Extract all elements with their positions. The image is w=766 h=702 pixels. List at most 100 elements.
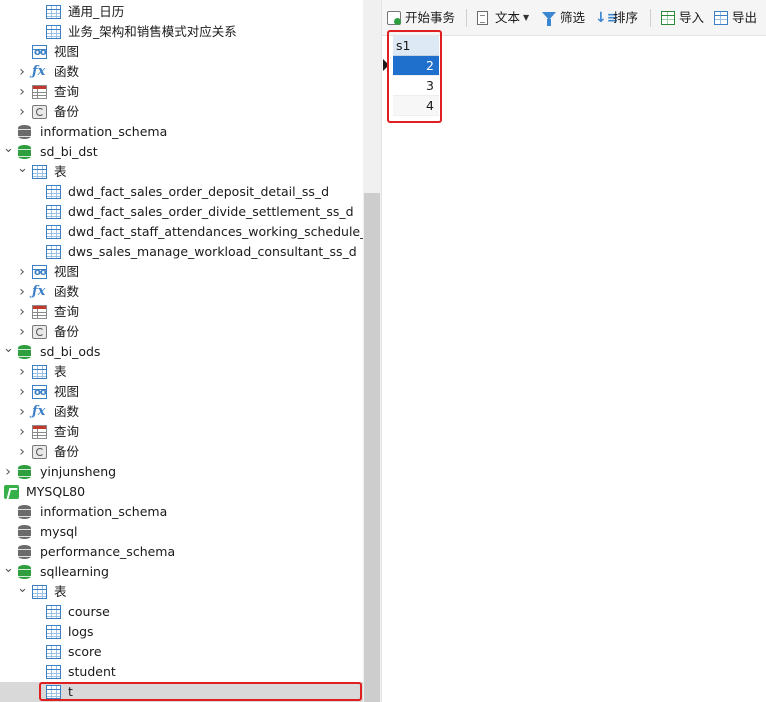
folder-tables-dst[interactable]: ⌄ 表 [0, 162, 363, 182]
expand-arrow-icon[interactable]: ⌄ [3, 342, 14, 362]
table-item-divide[interactable]: dwd_fact_sales_order_divide_settlement_s… [0, 202, 363, 222]
folder-functions-ods[interactable]: › ƒx 函数 [0, 402, 363, 422]
database-sd-bi-dst[interactable]: ⌄ sd_bi_dst [0, 142, 363, 162]
table-icon [46, 665, 61, 679]
table-icon [46, 185, 61, 199]
tree-item-label: score [68, 644, 102, 659]
filter-button[interactable]: 筛选 [542, 7, 590, 29]
table-item-course[interactable]: course [0, 602, 363, 622]
collapse-arrow-icon[interactable]: › [17, 362, 27, 382]
export-label: 导出 [732, 10, 758, 25]
folder-tables-ods[interactable]: › 表 [0, 362, 363, 382]
collapse-arrow-icon[interactable]: › [17, 422, 27, 442]
tree-item-label: 备份 [54, 324, 80, 339]
database-green-icon [18, 145, 33, 159]
expand-arrow-icon[interactable]: ⌄ [17, 162, 28, 182]
tree-item-label: 视图 [54, 44, 80, 59]
function-icon: ƒx [32, 64, 46, 79]
table-item-score[interactable]: score [0, 642, 363, 662]
navigator-scrollbar[interactable] [363, 0, 381, 702]
tree-item-label: 查询 [54, 304, 80, 319]
table-icon [46, 605, 61, 619]
scrollbar-thumb[interactable] [364, 193, 380, 702]
collapse-arrow-icon[interactable]: › [17, 302, 27, 322]
database-sqllearning[interactable]: ⌄ sqllearning [0, 562, 363, 582]
text-document-icon [477, 11, 488, 25]
database-sd-bi-ods[interactable]: ⌄ sd_bi_ods [0, 342, 363, 362]
begin-transaction-button[interactable]: 开始事务 [387, 7, 459, 29]
expand-arrow-icon[interactable]: ⌄ [3, 562, 14, 582]
collapse-arrow-icon[interactable]: › [17, 322, 27, 342]
folder-tables-sqllearning[interactable]: ⌄ 表 [0, 582, 363, 602]
tree-item-label: dwd_fact_sales_order_deposit_detail_ss_d [68, 184, 330, 199]
table-icon [46, 625, 61, 639]
expand-arrow-icon[interactable]: ⌄ [3, 142, 14, 162]
table-item-deposit[interactable]: dwd_fact_sales_order_deposit_detail_ss_d [0, 182, 363, 202]
folder-functions-1[interactable]: › ƒx 函数 [0, 62, 363, 82]
function-icon: ƒx [32, 284, 46, 299]
database-gray-icon [18, 505, 33, 519]
collapse-arrow-icon[interactable]: › [17, 282, 27, 302]
tree-item-label: 视图 [54, 384, 80, 399]
table-item-t[interactable]: t [0, 682, 363, 702]
database-performance-schema[interactable]: performance_schema [0, 542, 363, 562]
tree-item-label: course [68, 604, 110, 619]
table-item-workload[interactable]: dws_sales_manage_workload_consultant_ss_… [0, 242, 363, 262]
table-item-attendances[interactable]: dwd_fact_staff_attendances_working_sched… [0, 222, 363, 242]
current-row-pointer-icon [383, 59, 389, 71]
connection-mysql80[interactable]: MYSQL80 [0, 482, 363, 502]
folder-backups-ods[interactable]: › 备份 [0, 442, 363, 462]
folder-queries-ods[interactable]: › 查询 [0, 422, 363, 442]
column-header-s1[interactable]: s1 [393, 36, 439, 56]
folder-backups-1[interactable]: › 备份 [0, 102, 363, 122]
collapse-arrow-icon[interactable]: › [17, 382, 27, 402]
table-icon [32, 585, 47, 599]
grid-cell[interactable]: 3 [393, 76, 439, 96]
folder-queries-1[interactable]: › 查询 [0, 82, 363, 102]
database-information-schema-2[interactable]: information_schema [0, 502, 363, 522]
collapse-arrow-icon[interactable]: › [17, 442, 27, 462]
table-icon [32, 365, 47, 379]
folder-views-1[interactable]: 视图 [0, 42, 363, 62]
database-mysql[interactable]: mysql [0, 522, 363, 542]
folder-functions-dst[interactable]: › ƒx 函数 [0, 282, 363, 302]
tree-item-label: 表 [54, 584, 67, 599]
text-view-button[interactable]: 文本 ▼ [477, 7, 533, 29]
collapse-arrow-icon[interactable]: › [3, 462, 13, 482]
tree-item-label: 通用_日历 [68, 4, 125, 19]
collapse-arrow-icon[interactable]: › [17, 82, 27, 102]
collapse-arrow-icon[interactable]: › [17, 62, 27, 82]
database-yinjunsheng[interactable]: › yinjunsheng [0, 462, 363, 482]
folder-backups-dst[interactable]: › 备份 [0, 322, 363, 342]
grid-cell[interactable]: 2 [393, 56, 439, 76]
export-icon [714, 11, 728, 25]
export-button[interactable]: 导出 [714, 7, 760, 29]
import-label: 导入 [679, 10, 705, 25]
view-icon [32, 385, 47, 399]
import-button[interactable]: 导入 [661, 7, 707, 29]
table-icon [46, 25, 61, 39]
table-item-logs[interactable]: logs [0, 622, 363, 642]
table-item-calendar[interactable]: 通用_日历 [0, 2, 363, 22]
collapse-arrow-icon[interactable]: › [17, 402, 27, 422]
folder-views-dst[interactable]: › 视图 [0, 262, 363, 282]
toolbar-separator [650, 9, 651, 27]
collapse-arrow-icon[interactable]: › [17, 262, 27, 282]
folder-queries-dst[interactable]: › 查询 [0, 302, 363, 322]
table-item-business-arch[interactable]: 业务_架构和销售模式对应关系 [0, 22, 363, 42]
sort-label: 排序 [613, 10, 639, 25]
database-information-schema-1[interactable]: information_schema [0, 122, 363, 142]
view-icon [32, 265, 47, 279]
table-item-student[interactable]: student [0, 662, 363, 682]
database-gray-icon [18, 525, 33, 539]
table-icon [46, 225, 61, 239]
collapse-arrow-icon[interactable]: › [17, 102, 27, 122]
sort-button[interactable]: ↓≡ 排序 [595, 7, 643, 29]
folder-views-ods[interactable]: › 视图 [0, 382, 363, 402]
database-gray-icon [18, 545, 33, 559]
tree-item-label: 查询 [54, 84, 80, 99]
backup-icon [32, 445, 47, 459]
expand-arrow-icon[interactable]: ⌄ [17, 582, 28, 602]
grid-cell[interactable]: 4 [393, 96, 439, 116]
tree-item-label: 函数 [54, 64, 80, 79]
